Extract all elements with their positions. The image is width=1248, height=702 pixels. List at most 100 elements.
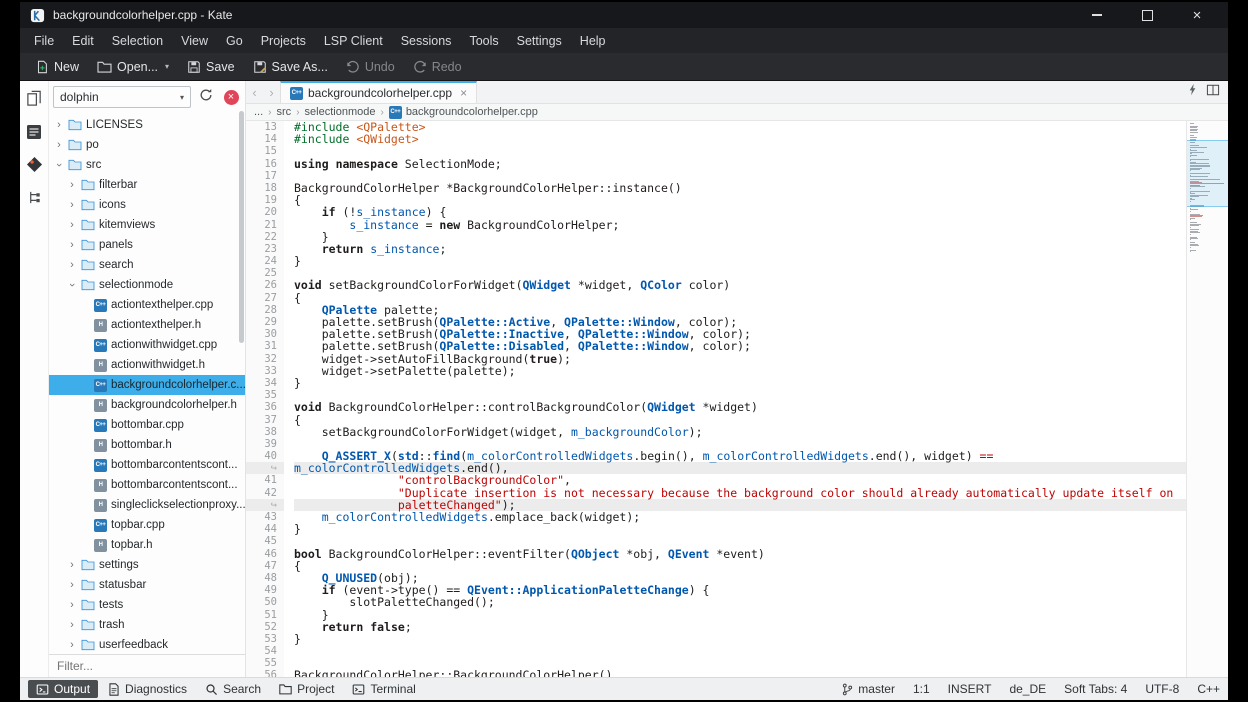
- tree-item[interactable]: Htopbar.h: [49, 535, 245, 555]
- toolview-diagnostics-button[interactable]: Diagnostics: [100, 680, 195, 698]
- tree-item[interactable]: C++ bottombarcontentscont...: [49, 455, 245, 475]
- split-view-icon[interactable]: [1206, 83, 1220, 101]
- code-line[interactable]: BackgroundColorHelper *BackgroundColorHe…: [294, 182, 1186, 194]
- tree-item[interactable]: C++ backgroundcolorhelper.c...: [49, 375, 245, 395]
- breadcrumb-item[interactable]: selectionmode: [305, 106, 376, 118]
- expander-icon[interactable]: ›: [67, 239, 77, 251]
- tree-item[interactable]: Hactionwithwidget.h: [49, 355, 245, 375]
- menu-projects[interactable]: Projects: [253, 31, 314, 51]
- tree-item[interactable]: Hbottombar.h: [49, 435, 245, 455]
- menu-settings[interactable]: Settings: [509, 31, 570, 51]
- sidebar-tool-symbols[interactable]: [22, 188, 46, 212]
- tree-scrollbar[interactable]: [239, 111, 244, 343]
- code-line[interactable]: return false;: [294, 621, 1186, 633]
- tree-item[interactable]: › userfeedback: [49, 635, 245, 654]
- expander-icon[interactable]: ›: [54, 119, 64, 131]
- status-1-1[interactable]: 1:1: [913, 682, 930, 696]
- code-line[interactable]: }: [294, 523, 1186, 535]
- minimap-viewport[interactable]: [1187, 140, 1228, 208]
- menu-tools[interactable]: Tools: [461, 31, 506, 51]
- tree-item[interactable]: › search: [49, 255, 245, 275]
- code-line[interactable]: {: [294, 560, 1186, 572]
- sidebar-tool-projects[interactable]: [22, 122, 46, 146]
- tree-item[interactable]: › settings: [49, 555, 245, 575]
- menu-lsp-client[interactable]: LSP Client: [316, 31, 391, 51]
- expander-icon[interactable]: ›: [54, 139, 64, 151]
- expander-icon[interactable]: ›: [67, 579, 77, 591]
- code-line[interactable]: s_instance = new BackgroundColorHelper;: [294, 218, 1186, 231]
- tree-item[interactable]: › kitemviews: [49, 215, 245, 235]
- tree-item[interactable]: › po: [49, 135, 245, 155]
- code-line[interactable]: }: [294, 377, 1186, 389]
- redo-button[interactable]: Redo: [406, 57, 469, 77]
- expander-icon[interactable]: ›: [67, 219, 77, 231]
- menu-go[interactable]: Go: [218, 31, 251, 51]
- code-line[interactable]: return s_instance;: [294, 243, 1186, 255]
- new-button[interactable]: New: [28, 57, 86, 77]
- tree-item[interactable]: › panels: [49, 235, 245, 255]
- status-c[interactable]: C++: [1197, 682, 1220, 696]
- code-view[interactable]: #include <QPalette> #include <QWidget> usi…: [294, 121, 1186, 677]
- code-line[interactable]: using namespace SelectionMode;: [294, 157, 1186, 170]
- tree-item[interactable]: Hbackgroundcolorhelper.h: [49, 395, 245, 415]
- menu-sessions[interactable]: Sessions: [393, 31, 460, 51]
- tree-item[interactable]: › tests: [49, 595, 245, 615]
- code-line[interactable]: widget->setPalette(palette);: [294, 365, 1186, 377]
- code-line[interactable]: }: [294, 608, 1186, 621]
- code-line[interactable]: [294, 645, 1186, 657]
- code-line[interactable]: #include <QWidget>: [294, 133, 1186, 145]
- code-line[interactable]: }: [294, 633, 1186, 645]
- menu-selection[interactable]: Selection: [104, 31, 171, 51]
- tree-item[interactable]: C++ actiontexthelper.cpp: [49, 295, 245, 315]
- expander-icon[interactable]: ›: [67, 639, 77, 651]
- close-project-button[interactable]: ×: [221, 87, 241, 107]
- status-master[interactable]: master: [842, 682, 895, 696]
- code-line[interactable]: }: [294, 255, 1186, 267]
- maximize-button[interactable]: [1126, 2, 1168, 28]
- code-line[interactable]: void BackgroundColorHelper::controlBackg…: [294, 401, 1186, 413]
- tree-item[interactable]: C++ actionwithwidget.cpp: [49, 335, 245, 355]
- tree-item[interactable]: Hsingleclickselectionproxy...: [49, 495, 245, 515]
- expander-icon[interactable]: ›: [67, 619, 77, 631]
- menu-view[interactable]: View: [173, 31, 216, 51]
- status-soft-tabs-4[interactable]: Soft Tabs: 4: [1064, 682, 1127, 696]
- tree-item[interactable]: › filterbar: [49, 175, 245, 195]
- breadcrumb-item[interactable]: src: [277, 106, 292, 118]
- code-line[interactable]: void setBackgroundColorForWidget(QWidget…: [294, 279, 1186, 291]
- expander-icon[interactable]: ›: [67, 559, 77, 571]
- toolview-terminal-button[interactable]: Terminal: [344, 680, 423, 698]
- save-as-button[interactable]: Save As...: [246, 57, 335, 77]
- code-line[interactable]: m_colorControlledWidgets.emplace_back(wi…: [294, 511, 1186, 523]
- tree-item[interactable]: › LICENSES: [49, 115, 245, 135]
- expander-icon[interactable]: ›: [67, 199, 77, 211]
- tree-item[interactable]: › trash: [49, 615, 245, 635]
- breadcrumb-item[interactable]: C++ backgroundcolorhelper.cpp: [388, 105, 538, 119]
- minimize-button[interactable]: [1076, 2, 1118, 28]
- expander-icon[interactable]: ›: [67, 179, 77, 191]
- open-button[interactable]: Open... ▾: [90, 57, 176, 77]
- sidebar-tool-git[interactable]: [22, 155, 46, 179]
- code-line[interactable]: slotPaletteChanged();: [294, 596, 1186, 608]
- tab-close-icon[interactable]: ×: [460, 86, 467, 100]
- menu-help[interactable]: Help: [572, 31, 614, 51]
- code-line[interactable]: setBackgroundColorForWidget(widget, m_ba…: [294, 426, 1186, 438]
- tree-item[interactable]: C++ bottombar.cpp: [49, 415, 245, 435]
- close-button[interactable]: ×: [1176, 2, 1218, 28]
- project-selector[interactable]: dolphin ▾: [53, 86, 191, 108]
- filter-input[interactable]: [49, 654, 245, 677]
- save-button[interactable]: Save: [180, 57, 242, 77]
- expander-icon[interactable]: ›: [66, 280, 78, 290]
- expander-icon[interactable]: ›: [53, 160, 65, 170]
- undo-button[interactable]: Undo: [339, 57, 402, 77]
- status-de-de[interactable]: de_DE: [1009, 682, 1046, 696]
- minimap-scrollbar[interactable]: [1186, 121, 1228, 677]
- tree-item[interactable]: › selectionmode: [49, 275, 245, 295]
- code-line[interactable]: #include <QPalette>: [294, 121, 1186, 133]
- toolview-output-button[interactable]: Output: [28, 680, 99, 698]
- tree-item[interactable]: › src: [49, 155, 245, 175]
- code-line[interactable]: bool BackgroundColorHelper::eventFilter(…: [294, 547, 1186, 560]
- toolview-project-button[interactable]: Project: [271, 680, 342, 698]
- status-utf-8[interactable]: UTF-8: [1145, 682, 1179, 696]
- menu-file[interactable]: File: [26, 31, 62, 51]
- tree-item[interactable]: Hbottombarcontentscont...: [49, 475, 245, 495]
